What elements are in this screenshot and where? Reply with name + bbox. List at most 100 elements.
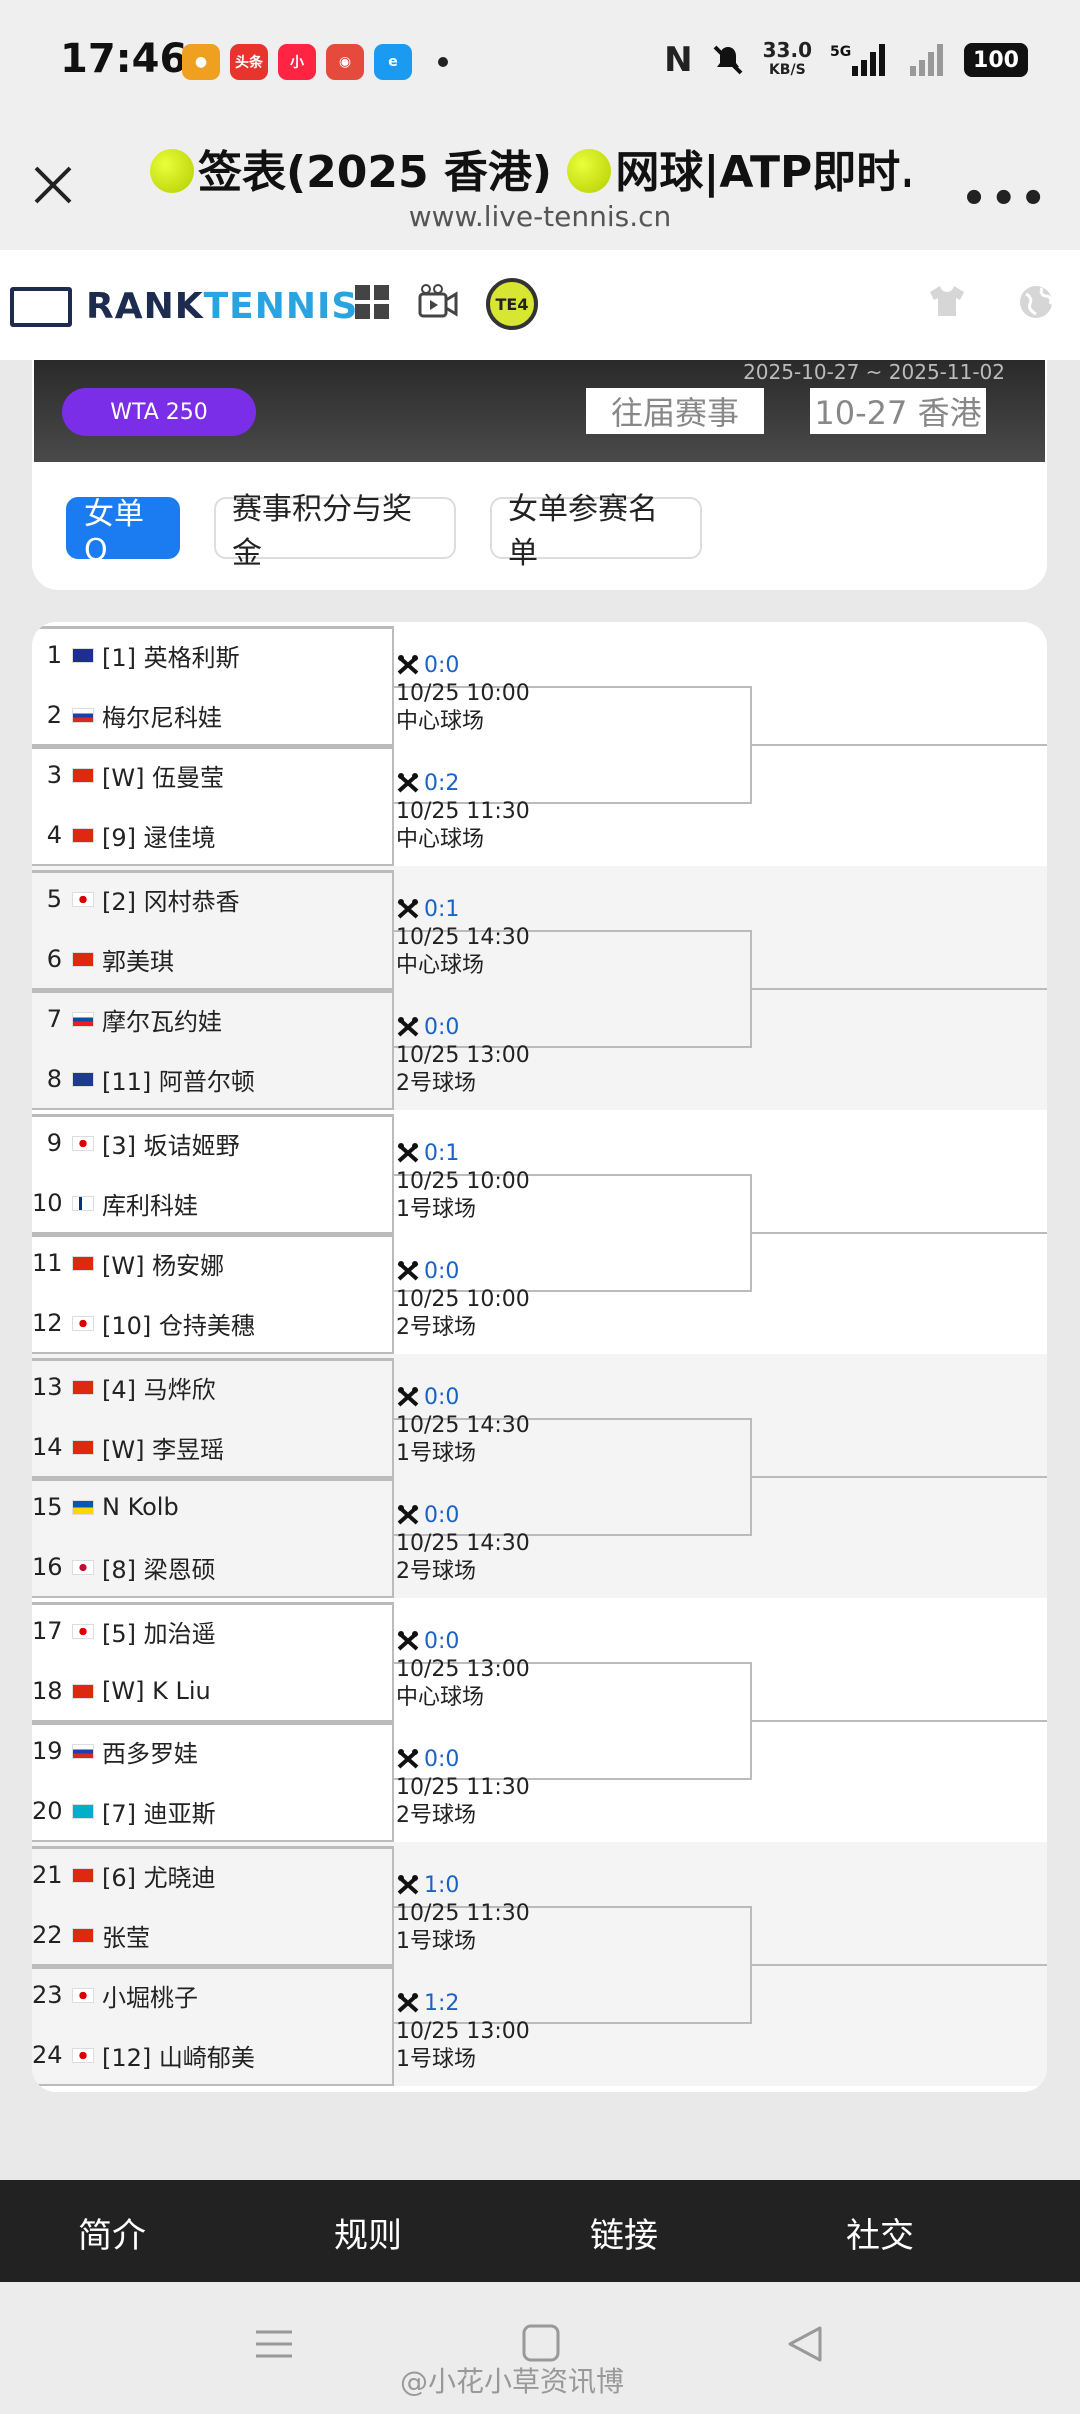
player-row[interactable]: 14 [W] 李昱瑶 [32, 1418, 392, 1476]
player-row[interactable]: 6 郭美琪 [32, 930, 392, 988]
seed-number: 19 [32, 1737, 63, 1765]
h2h-icon [397, 773, 419, 793]
player-row[interactable]: 9 [3] 坂诘姬野 [32, 1114, 392, 1172]
shirt-icon[interactable] [928, 284, 966, 318]
match-info[interactable]: 0:0 10/25 11:30 2号球场 [396, 1746, 530, 1830]
country-flag-icon [72, 1867, 94, 1883]
player-row[interactable]: 20 [7] 迪亚斯 [32, 1782, 392, 1840]
player-name: [7] 迪亚斯 [102, 1799, 216, 1828]
seed-number: 14 [32, 1433, 63, 1461]
menu-icon[interactable] [254, 2324, 294, 2364]
footer-links-link[interactable]: 链接 [590, 2208, 658, 2257]
player-row[interactable]: 22 张莹 [32, 1906, 392, 1964]
player-row[interactable]: 8 [11] 阿普尔顿 [32, 1050, 392, 1108]
event-select[interactable]: 10-27 香港 [810, 388, 986, 434]
match-court: 2号球场 [396, 1071, 476, 1096]
player-row[interactable]: 12 [10] 仓持美穗 [32, 1294, 392, 1352]
site-header: RANKTENNIS TE4 [0, 250, 1080, 360]
signal-sim2-icon [910, 44, 943, 76]
nfc-icon: N [664, 40, 693, 80]
match-info[interactable]: 0:0 10/25 14:30 2号球场 [396, 1502, 530, 1586]
te4-badge[interactable]: TE4 [486, 278, 538, 330]
svg-text:5G: 5G [830, 44, 851, 60]
more-notifications-dot [438, 57, 448, 67]
match-info[interactable]: 0:0 10/25 10:00 中心球场 [396, 652, 530, 736]
more-options-button[interactable]: ••• [961, 176, 1050, 222]
country-flag-icon [72, 647, 94, 663]
player-name: [10] 仓持美穗 [102, 1311, 255, 1340]
seed-number: 4 [46, 821, 62, 849]
match-time: 10/25 10:00 [396, 681, 530, 706]
grid-icon[interactable] [354, 284, 390, 320]
past-events-button[interactable]: 往届赛事 [586, 388, 764, 434]
home-icon[interactable] [522, 2324, 560, 2362]
player-name: [W] K Liu [102, 1677, 211, 1705]
match-info[interactable]: 0:1 10/25 14:30 中心球场 [396, 896, 530, 980]
match-info[interactable]: 0:2 10/25 11:30 中心球场 [396, 770, 530, 854]
player-row[interactable]: 11 [W] 杨安娜 [32, 1234, 392, 1292]
country-flag-icon [72, 1623, 94, 1639]
battery-icon: 100 [964, 43, 1028, 77]
footer-rules-link[interactable]: 规则 [334, 2208, 402, 2257]
player-row[interactable]: 13 [4] 马烨欣 [32, 1358, 392, 1416]
footer-intro-link[interactable]: 简介 [78, 2208, 146, 2257]
bracket-line [752, 1232, 1047, 1234]
tab-points-prize[interactable]: 赛事积分与奖金 [214, 492, 456, 571]
match-info[interactable]: 0:0 10/25 14:30 1号球场 [396, 1384, 530, 1468]
country-flag-icon [72, 1987, 94, 2003]
country-flag-icon [72, 1683, 94, 1699]
h2h-score: 0:0 [424, 1747, 460, 1772]
player-name: [11] 阿普尔顿 [102, 1067, 255, 1096]
match-time: 10/25 10:00 [396, 1169, 530, 1194]
country-flag-icon [72, 1803, 94, 1819]
tennis-ball-icon [567, 149, 612, 193]
country-flag-icon [72, 1315, 94, 1331]
match-court: 2号球场 [396, 1315, 476, 1340]
match-court: 1号球场 [396, 2047, 476, 2072]
h2h-icon [397, 1505, 419, 1525]
match-info[interactable]: 0:0 10/25 13:00 2号球场 [396, 1014, 530, 1098]
player-row[interactable]: 15 N Kolb [32, 1478, 392, 1536]
player-row[interactable]: 16 [8] 梁恩硕 [32, 1538, 392, 1596]
player-row[interactable]: 2 梅尔尼科娃 [32, 686, 392, 744]
seed-number: 13 [32, 1373, 63, 1401]
match-info[interactable]: 0:0 10/25 13:00 中心球场 [396, 1628, 530, 1712]
player-row[interactable]: 5 [2] 冈村恭香 [32, 870, 392, 928]
bracket-line [752, 744, 1047, 746]
player-name: [2] 冈村恭香 [102, 887, 240, 916]
back-icon[interactable] [786, 2324, 826, 2364]
player-row[interactable]: 17 [5] 加治遥 [32, 1602, 392, 1660]
match-info[interactable]: 1:2 10/25 13:00 1号球场 [396, 1990, 530, 2074]
h2h-icon [397, 1017, 419, 1037]
match-court: 1号球场 [396, 1929, 476, 1954]
match-info[interactable]: 1:0 10/25 11:30 1号球场 [396, 1872, 530, 1956]
player-row[interactable]: 4 [9] 逯佳境 [32, 806, 392, 864]
tab-entry-list[interactable]: 女单参赛名单 [490, 492, 702, 571]
country-flag-icon [72, 1927, 94, 1943]
player-row[interactable]: 18 [W] K Liu [32, 1662, 392, 1720]
country-flag-icon [72, 1011, 94, 1027]
player-name: [4] 马烨欣 [102, 1375, 216, 1404]
h2h-score: 1:2 [424, 1991, 460, 2016]
h2h-score: 0:0 [424, 1503, 460, 1528]
h2h-score: 0:1 [424, 897, 460, 922]
player-row[interactable]: 19 西多罗娃 [32, 1722, 392, 1780]
player-row[interactable]: 21 [6] 尤晓迪 [32, 1846, 392, 1904]
player-row[interactable]: 1 [1] 英格利斯 [32, 626, 392, 684]
match-court: 2号球场 [396, 1559, 476, 1584]
footer-social-link[interactable]: 社交 [846, 2208, 914, 2257]
video-icon[interactable] [418, 284, 458, 322]
player-row[interactable]: 10 库利科娃 [32, 1174, 392, 1232]
player-row[interactable]: 7 摩尔瓦约娃 [32, 990, 392, 1048]
globe-icon[interactable] [1018, 284, 1054, 320]
player-row[interactable]: 24 [12] 山崎郁美 [32, 2026, 392, 2084]
signal-5g-icon: 5G [830, 44, 885, 76]
match-info[interactable]: 0:0 10/25 10:00 2号球场 [396, 1258, 530, 1342]
weibo-icon: ● [182, 44, 220, 80]
match-info[interactable]: 0:1 10/25 10:00 1号球场 [396, 1140, 530, 1224]
player-row[interactable]: 23 小堀桃子 [32, 1966, 392, 2024]
h2h-score: 0:1 [424, 1141, 460, 1166]
ranktennis-logo[interactable]: RANKTENNIS [10, 286, 358, 327]
player-row[interactable]: 3 [W] 伍曼莹 [32, 746, 392, 804]
tab-ws-qualifying[interactable]: 女单Q [66, 497, 180, 568]
